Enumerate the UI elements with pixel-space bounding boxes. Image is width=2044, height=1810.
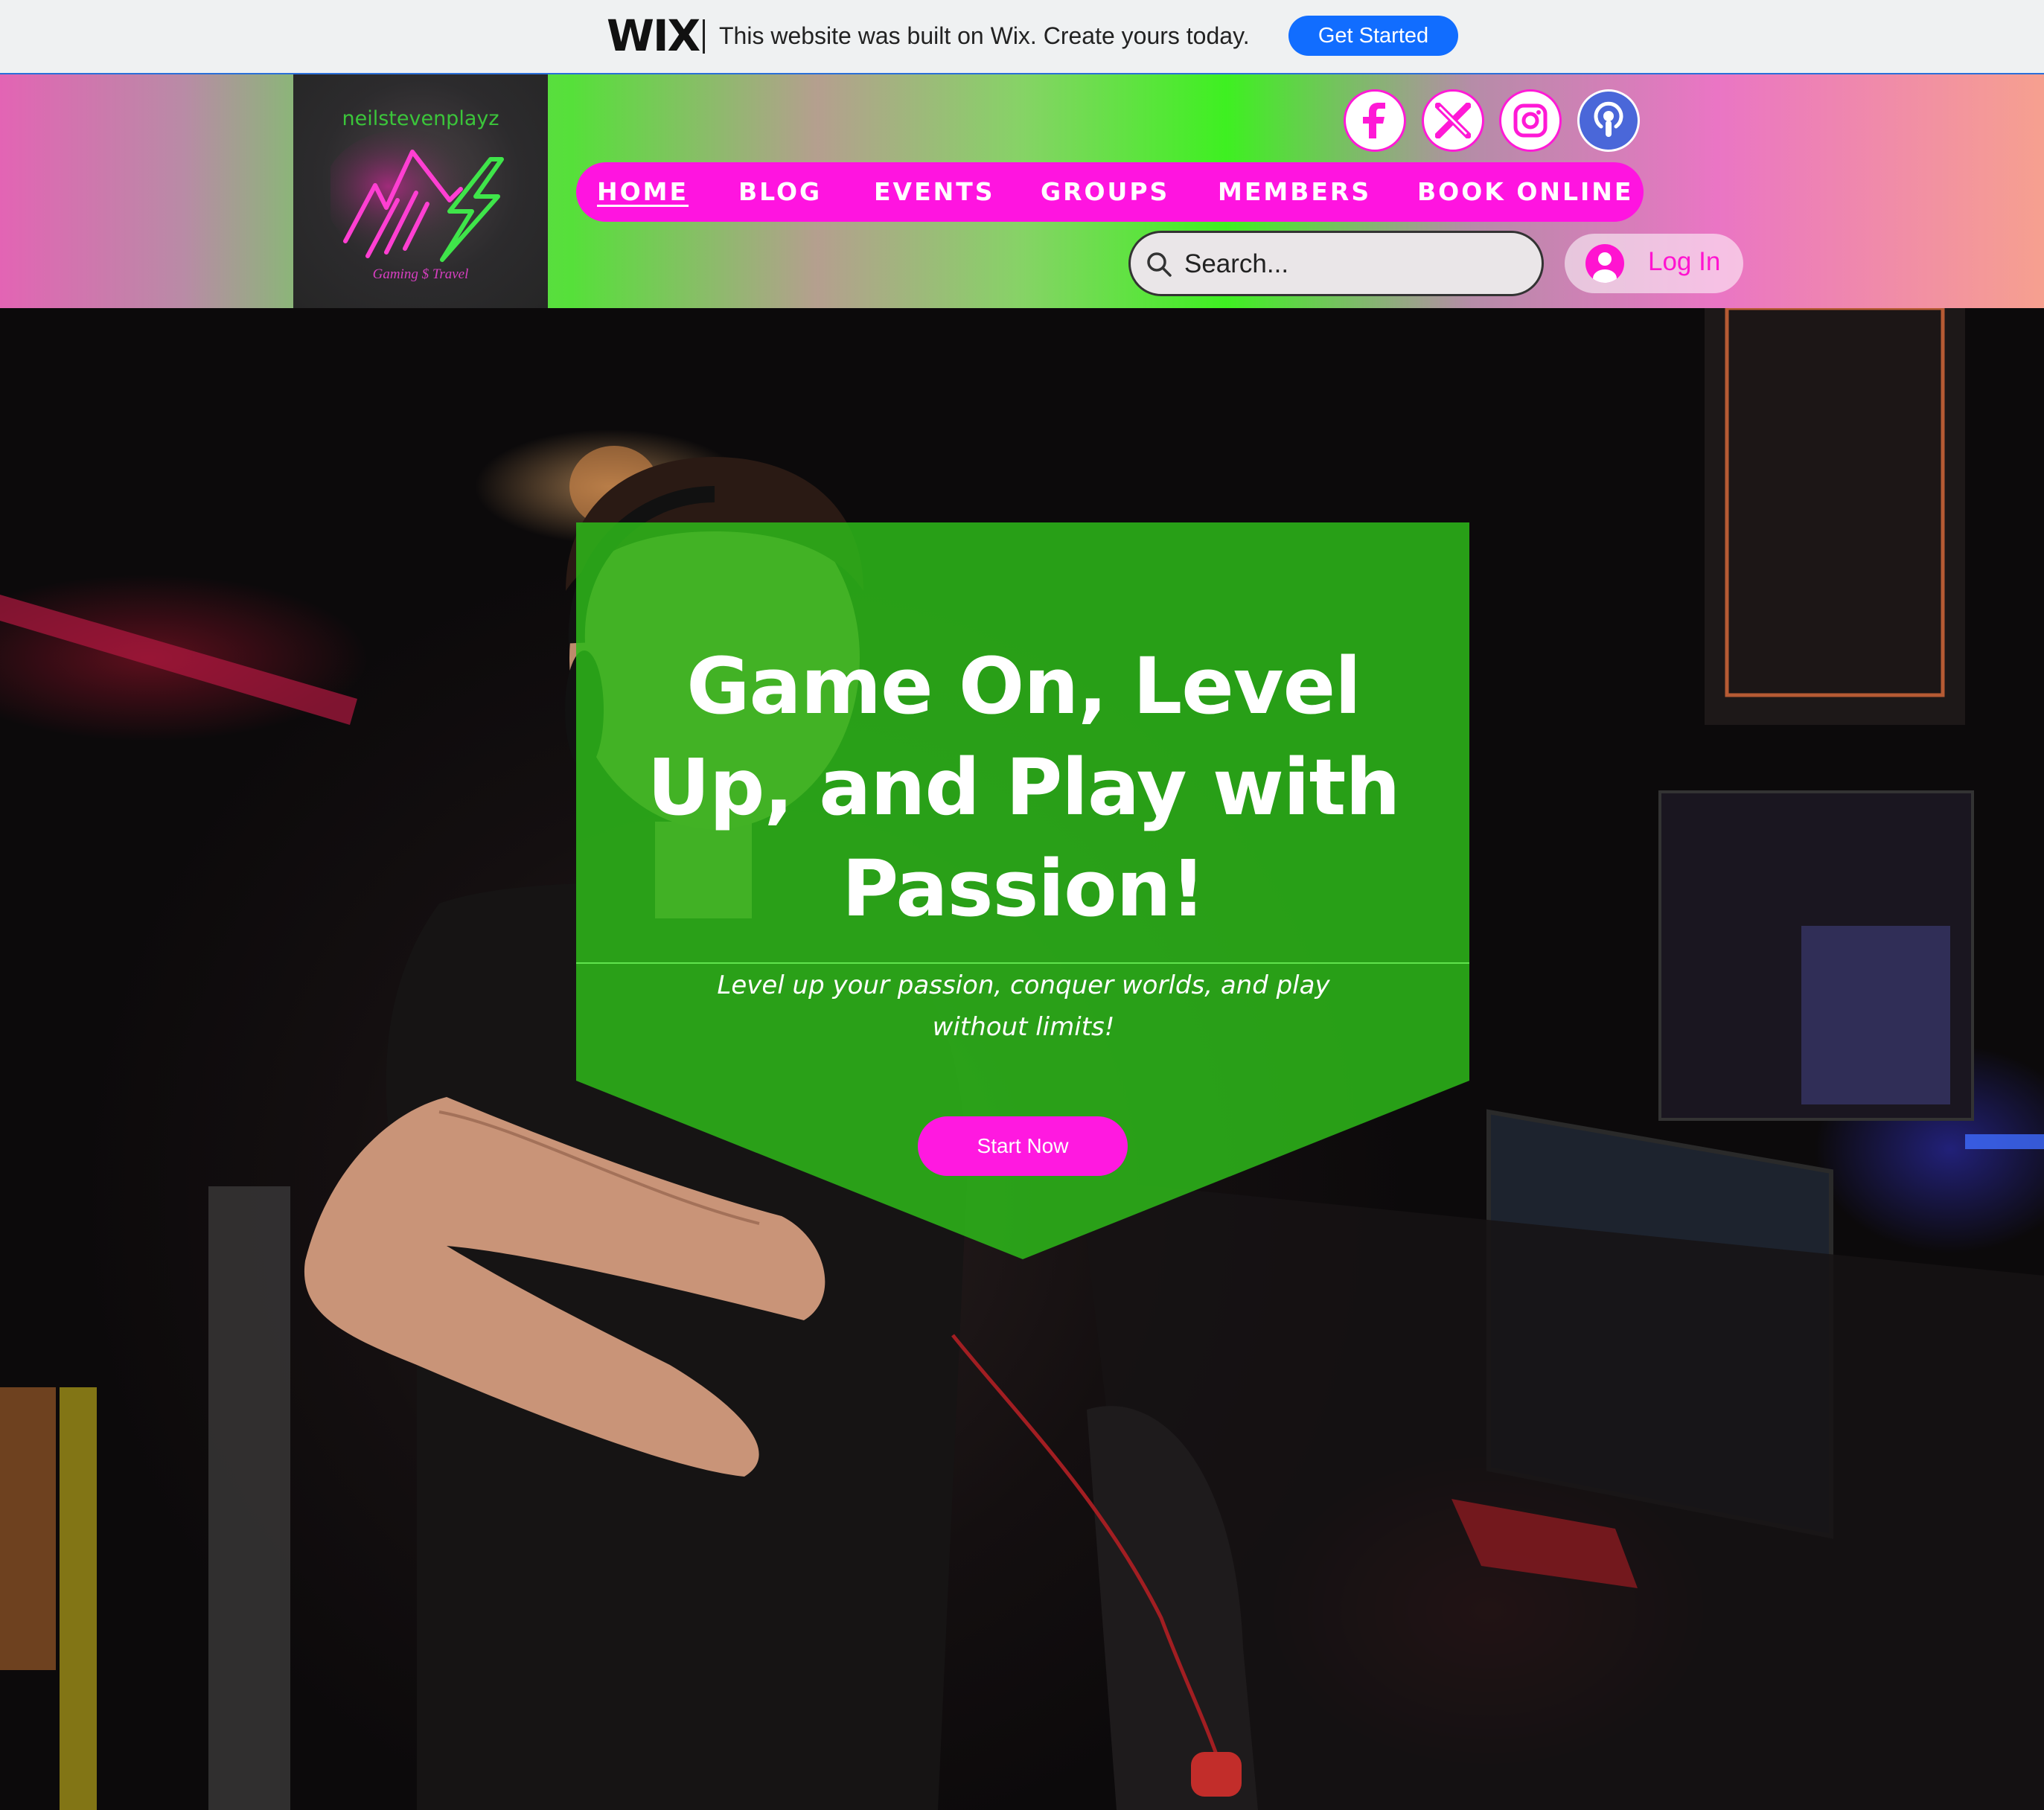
hero-title: Game On, Level Up, and Play with Passion… [647, 641, 1401, 934]
podcast-link[interactable] [1577, 89, 1640, 152]
facebook-link[interactable] [1344, 89, 1406, 152]
nav-members[interactable]: MEMBERS [1218, 162, 1371, 222]
login-button[interactable]: Log In [1565, 234, 1743, 293]
search-box [1128, 231, 1544, 296]
podcast-icon [1594, 101, 1623, 137]
nav-book-online[interactable]: BOOK ONLINE [1417, 162, 1633, 222]
x-link[interactable] [1422, 89, 1484, 152]
get-started-button[interactable]: Get Started [1288, 16, 1458, 56]
mountain-lightning-icon [330, 129, 504, 262]
avatar-icon [1585, 244, 1624, 283]
hero-subtitle: Level up your passion, conquer worlds, a… [717, 970, 1330, 1042]
search-icon [1147, 252, 1172, 277]
nav-home[interactable]: HOME [597, 162, 689, 222]
wix-banner: WIX This website was built on Wix. Creat… [0, 0, 2044, 74]
hero-divider [576, 962, 1469, 964]
nav-blog[interactable]: BLOG [738, 162, 822, 222]
wix-logo[interactable]: WIX [607, 10, 700, 61]
search-input[interactable] [1183, 242, 1528, 287]
hero-section: Game On, Level Up, and Play with Passion… [0, 308, 2044, 1810]
x-icon [1435, 103, 1471, 138]
nav-events[interactable]: EVENTS [874, 162, 995, 222]
site-logo[interactable]: neilstevenplayz Gaming $ Travel [293, 74, 548, 308]
start-now-button[interactable]: Start Now [918, 1116, 1128, 1176]
login-label: Log In [1648, 247, 1721, 276]
main-nav: HOME BLOG EVENTS GROUPS MEMBERS BOOK ONL… [576, 162, 1644, 222]
instagram-icon [1513, 103, 1548, 138]
site-header: neilstevenplayz Gaming $ Travel HOME BLO… [0, 74, 2044, 308]
logo-name: neilstevenplayz [342, 107, 499, 130]
facebook-icon [1363, 103, 1385, 138]
nav-groups[interactable]: GROUPS [1041, 162, 1169, 222]
wix-banner-message: This website was built on Wix. Create yo… [719, 22, 1250, 49]
wix-divider [703, 19, 705, 54]
logo-tagline: Gaming $ Travel [372, 266, 469, 282]
instagram-link[interactable] [1499, 89, 1562, 152]
